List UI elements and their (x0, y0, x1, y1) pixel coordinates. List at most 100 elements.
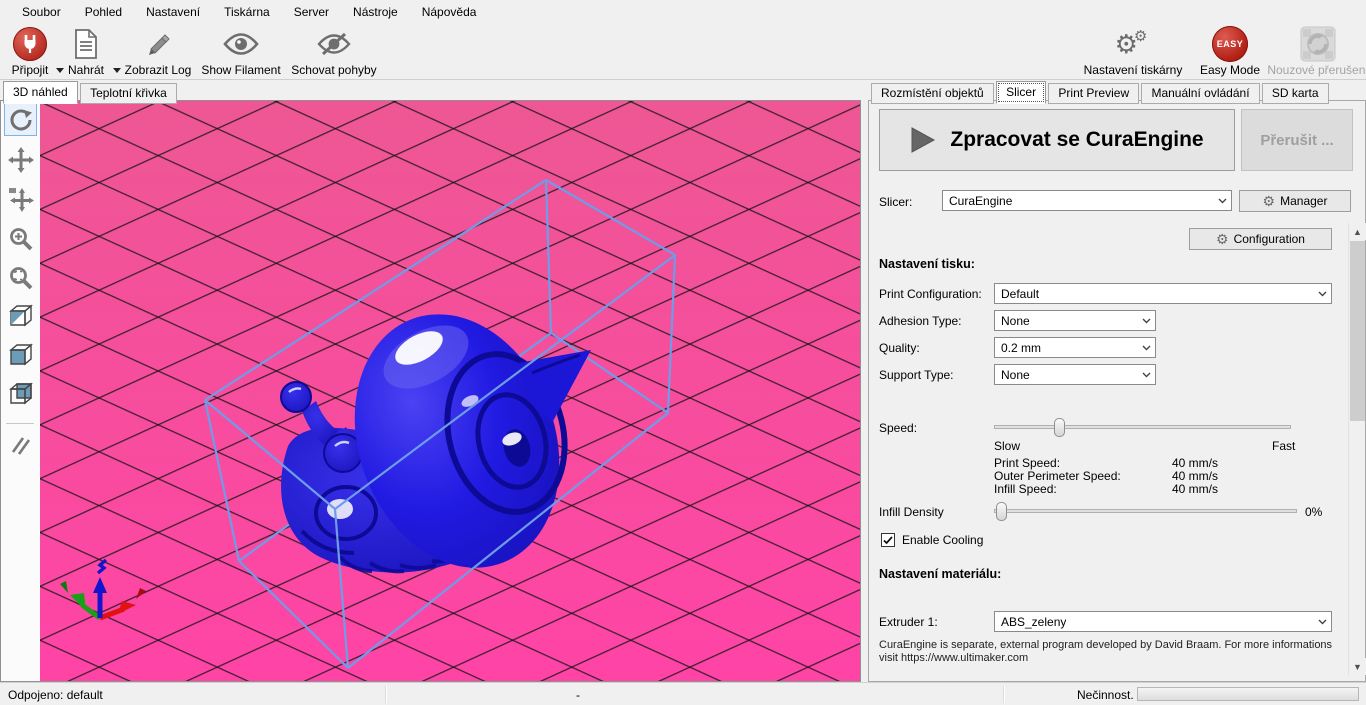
infill-density-slider-track[interactable] (994, 509, 1297, 513)
toggle-log-button[interactable]: Zobrazit Log (123, 26, 193, 77)
slicer-select[interactable]: CuraEngine (942, 190, 1232, 211)
slice-button[interactable]: Zpracovat se CuraEngine (879, 109, 1235, 171)
quality-label: Quality: (879, 341, 920, 355)
plug-icon (13, 26, 47, 62)
enable-cooling-checkbox[interactable] (881, 533, 895, 547)
viewport-3d[interactable] (0, 100, 861, 682)
move-icon (8, 147, 34, 173)
adhesion-label: Adhesion Type: (879, 314, 962, 328)
toolbar-divider (6, 423, 34, 424)
print-settings-heading: Nastavení tisku: (879, 257, 975, 271)
move-object-icon (8, 186, 34, 212)
print-config-label: Print Configuration: (879, 287, 982, 301)
progress-bar (1137, 687, 1359, 701)
panel-scrollbar[interactable]: ▲ ▼ (1348, 223, 1365, 675)
enable-cooling-label: Enable Cooling (902, 533, 983, 547)
tab-slicer[interactable]: Slicer (996, 81, 1046, 104)
speed-slider-thumb[interactable] (1054, 418, 1065, 437)
connection-status: Odpojeno: default (8, 688, 103, 702)
iso-view-icon (7, 303, 35, 329)
zoom-fit-button[interactable] (4, 261, 37, 294)
document-icon (72, 26, 100, 62)
scroll-down-arrow[interactable]: ▼ (1349, 658, 1366, 675)
infill-density-value: 0% (1305, 505, 1322, 519)
curaengine-note: CuraEngine is separate, external program… (879, 639, 1349, 665)
repetier-host-window: Soubor Pohled Nastavení Tiskárna Server … (0, 0, 1366, 705)
rotate-view-button[interactable] (4, 103, 37, 136)
slicer-panel: Zpracovat se CuraEngine Přerušit ... Sli… (868, 100, 1366, 682)
infill-speed-label: Infill Speed: (994, 482, 1057, 496)
printer-settings-button[interactable]: ⚙⚙ Nastavení tiskárny (1083, 26, 1183, 77)
rotate-icon (8, 107, 34, 133)
emergency-stop-icon (1299, 26, 1337, 62)
tab-sd-card[interactable]: SD karta (1262, 83, 1329, 104)
show-filament-button[interactable]: Show Filament (198, 26, 284, 77)
infill-density-slider-thumb[interactable] (996, 502, 1007, 521)
scene-3d (40, 101, 860, 681)
tab-object-placement[interactable]: Rozmístění objektů (871, 83, 994, 104)
gear-icon: ⚙ (1216, 232, 1229, 246)
quality-select[interactable]: 0.2 mm (994, 337, 1156, 358)
print-config-select[interactable]: Default (994, 283, 1332, 304)
configuration-button[interactable]: ⚙ Configuration (1189, 228, 1332, 250)
tab-3d-view[interactable]: 3D náhled (3, 81, 78, 104)
parallel-projection-button[interactable] (4, 429, 37, 462)
chevron-down-icon (1318, 619, 1327, 625)
check-icon (883, 536, 893, 545)
pencil-icon (143, 26, 173, 62)
front-view-button[interactable] (4, 338, 37, 371)
menu-file[interactable]: Soubor (10, 0, 73, 24)
speed-label: Speed: (879, 421, 917, 435)
load-button[interactable]: Nahrát (62, 26, 110, 77)
chevron-down-icon (1142, 318, 1151, 324)
menu-printer[interactable]: Tiskárna (212, 0, 282, 24)
parallel-lines-icon (8, 433, 34, 459)
speed-fast-label: Fast (1272, 439, 1295, 453)
menu-bar: Soubor Pohled Nastavení Tiskárna Server … (0, 0, 1366, 24)
infill-density-label: Infill Density (879, 505, 944, 519)
iso-view-button[interactable] (4, 299, 37, 332)
emergency-stop-button: Nouzové přerušení (1272, 26, 1364, 77)
adhesion-select[interactable]: None (994, 310, 1156, 331)
menu-server[interactable]: Server (282, 0, 341, 24)
status-divider (385, 686, 386, 703)
outer-perimeter-speed-label: Outer Perimeter Speed: (994, 469, 1121, 483)
menu-help[interactable]: Nápověda (410, 0, 489, 24)
extruder1-label: Extruder 1: (879, 615, 938, 629)
tab-manual-control[interactable]: Manuální ovládání (1141, 83, 1259, 104)
speed-slider-track[interactable] (994, 425, 1291, 429)
zoom-in-button[interactable] (4, 222, 37, 255)
front-view-icon (7, 342, 35, 368)
top-view-icon (7, 381, 35, 407)
control-tabs: Rozmístění objektů Slicer Print Preview … (871, 82, 1328, 105)
easy-mode-button[interactable]: EASY Easy Mode (1190, 26, 1270, 77)
connect-button[interactable]: Připojit (4, 26, 56, 77)
menu-tools[interactable]: Nástroje (341, 0, 410, 24)
top-view-button[interactable] (4, 377, 37, 410)
scroll-up-arrow[interactable]: ▲ (1349, 223, 1366, 240)
hide-travel-button[interactable]: Schovat pohyby (288, 26, 380, 77)
view-tabs: 3D náhled Teplotní křivka (3, 82, 176, 105)
menu-config[interactable]: Nastavení (134, 0, 212, 24)
gears-icon: ⚙⚙ (1115, 26, 1152, 62)
extruder1-select[interactable]: ABS_zeleny (994, 611, 1332, 632)
print-speed-value: 40 mm/s (1172, 456, 1218, 470)
status-bar: Odpojeno: default - Nečinnost. (0, 682, 1366, 705)
tab-temperature-curve[interactable]: Teplotní křivka (80, 83, 177, 104)
move-object-button[interactable] (4, 182, 37, 215)
move-view-button[interactable] (4, 143, 37, 176)
print-bed-canvas[interactable] (40, 101, 860, 681)
manager-button[interactable]: ⚙ Manager (1239, 190, 1351, 212)
play-icon (910, 126, 936, 154)
support-label: Support Type: (879, 368, 954, 382)
main-toolbar: Připojit Nahrát Zobrazit L (0, 24, 1366, 80)
print-speed-label: Print Speed: (994, 456, 1060, 470)
activity-status: Nečinnost. (1077, 688, 1134, 702)
kill-slicing-button: Přerušit ... (1241, 109, 1353, 171)
chevron-down-icon (1142, 372, 1151, 378)
scroll-thumb[interactable] (1350, 241, 1365, 421)
tab-print-preview[interactable]: Print Preview (1048, 83, 1139, 104)
menu-view[interactable]: Pohled (73, 0, 134, 24)
support-select[interactable]: None (994, 364, 1156, 385)
load-dropdown-caret[interactable] (113, 68, 121, 73)
